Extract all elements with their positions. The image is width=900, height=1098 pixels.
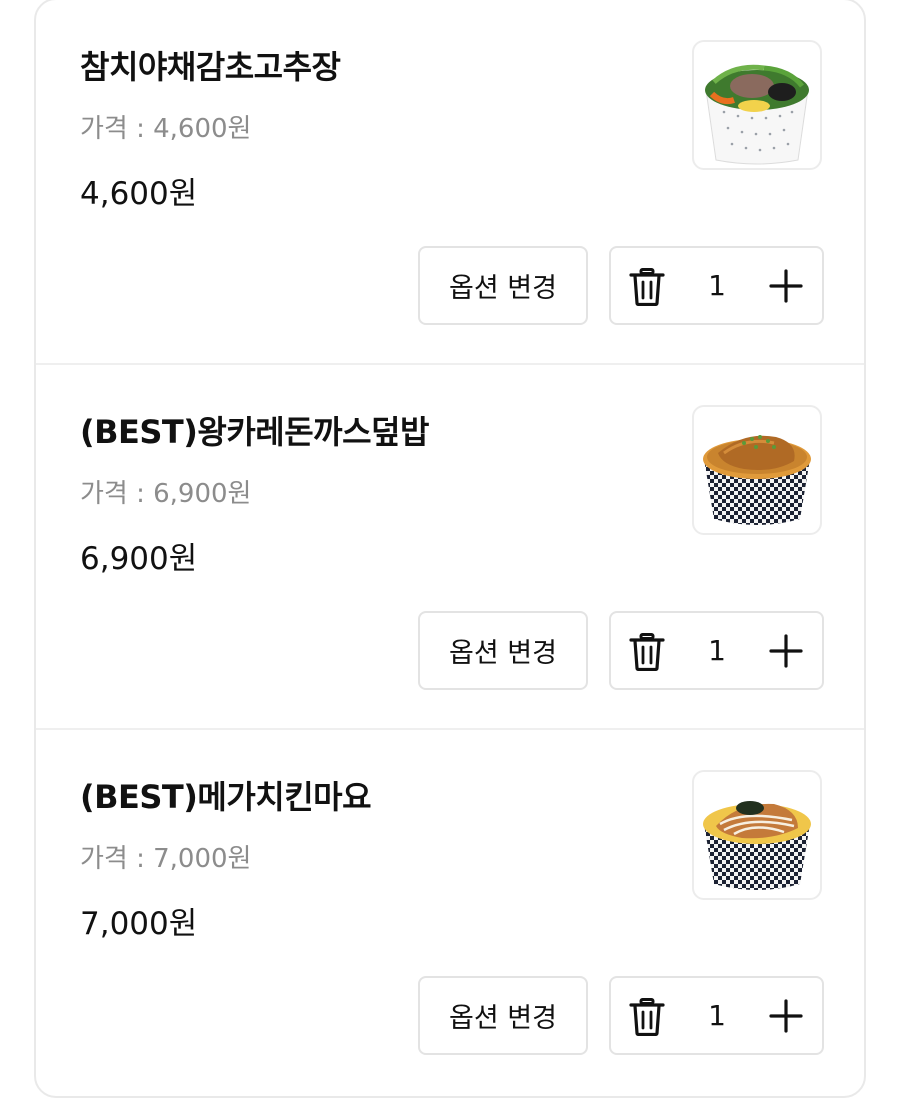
cart-item: (BEST)왕카레돈까스덮밥 가격 : 6,900원 6,900원 옵션 변경 … <box>36 365 864 730</box>
quantity-stepper: 1 <box>609 611 824 690</box>
trash-icon[interactable] <box>629 998 665 1036</box>
item-name: (BEST)메가치킨마요 <box>80 778 372 816</box>
item-thumbnail[interactable] <box>692 405 822 535</box>
plus-icon[interactable] <box>768 268 804 304</box>
trash-icon[interactable] <box>629 633 665 671</box>
quantity-value: 1 <box>708 999 726 1032</box>
item-unit-price: 가격 : 7,000원 <box>80 844 252 874</box>
item-unit-price: 가격 : 6,900원 <box>80 479 252 509</box>
quantity-value: 1 <box>708 634 726 667</box>
plus-icon[interactable] <box>768 998 804 1034</box>
cart-item: 참치야채감초고추장 가격 : 4,600원 4,600원 옵션 변경 1 <box>36 0 864 365</box>
chicken-mayo-bowl-image <box>703 801 811 890</box>
item-name: (BEST)왕카레돈까스덮밥 <box>80 413 429 451</box>
cart-list: 참치야채감초고추장 가격 : 4,600원 4,600원 옵션 변경 1 (BE… <box>34 0 866 1098</box>
tuna-bibimbap-bowl-image <box>705 64 809 165</box>
quantity-value: 1 <box>708 269 726 302</box>
quantity-stepper: 1 <box>609 246 824 325</box>
item-total-price: 7,000원 <box>80 906 198 942</box>
cart-item: (BEST)메가치킨마요 가격 : 7,000원 7,000원 옵션 변경 1 <box>36 730 864 1095</box>
curry-cutlet-bowl-image <box>703 435 811 525</box>
plus-icon[interactable] <box>768 633 804 669</box>
item-thumbnail[interactable] <box>692 770 822 900</box>
trash-icon[interactable] <box>629 268 665 306</box>
quantity-stepper: 1 <box>609 976 824 1055</box>
item-name: 참치야채감초고추장 <box>80 48 341 86</box>
change-option-button[interactable]: 옵션 변경 <box>418 246 588 325</box>
item-total-price: 6,900원 <box>80 541 198 577</box>
item-thumbnail[interactable] <box>692 40 822 170</box>
item-total-price: 4,600원 <box>80 176 198 212</box>
item-unit-price: 가격 : 4,600원 <box>80 114 252 144</box>
change-option-button[interactable]: 옵션 변경 <box>418 611 588 690</box>
change-option-button[interactable]: 옵션 변경 <box>418 976 588 1055</box>
